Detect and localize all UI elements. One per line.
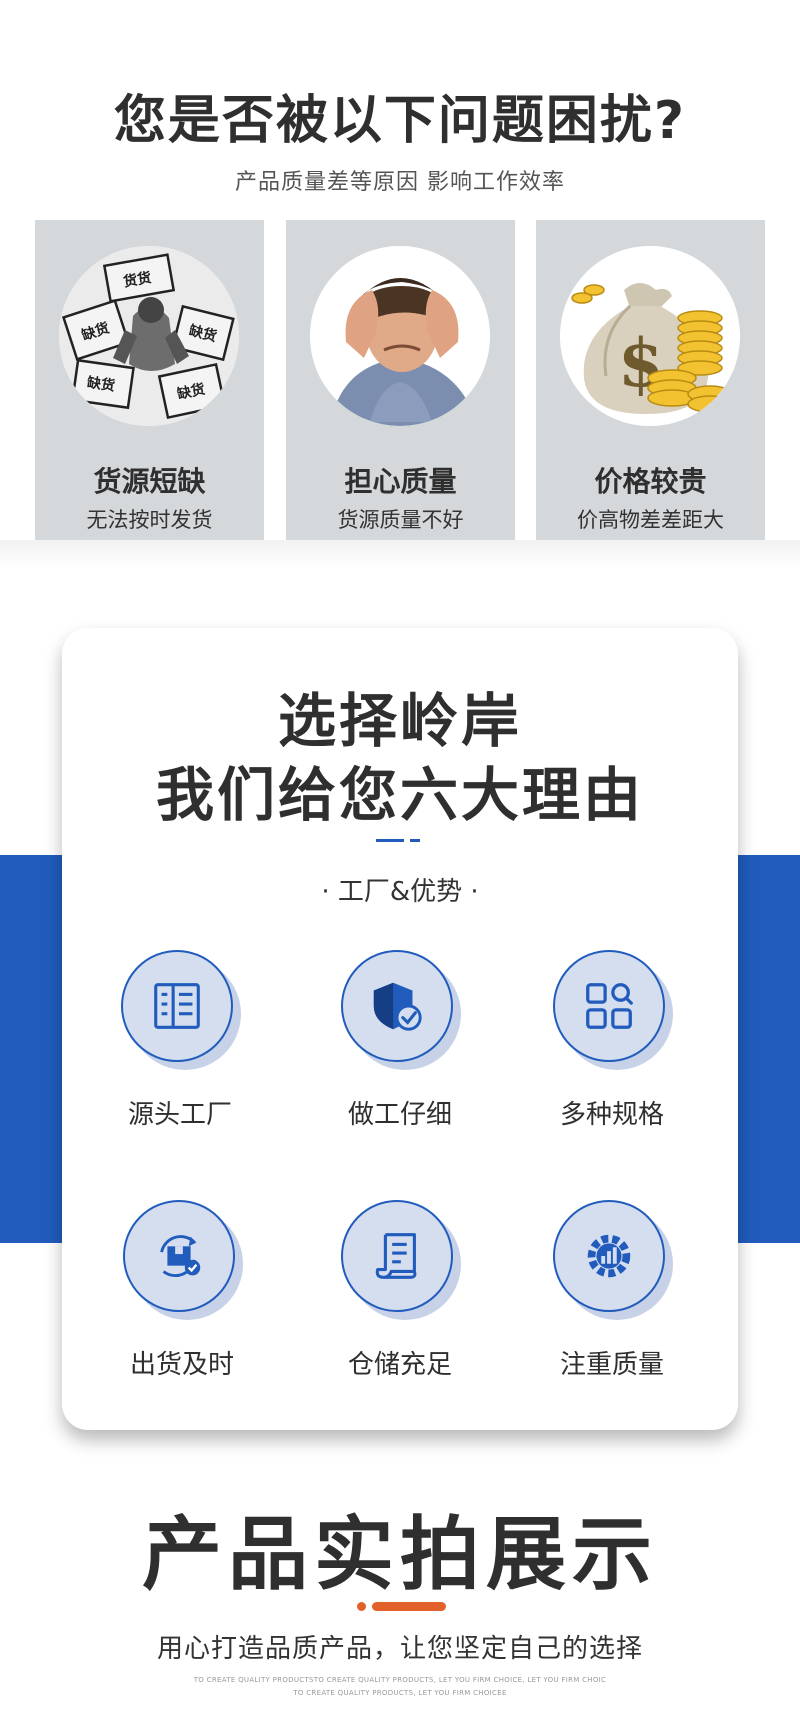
shipping-boxes-photo: 货货 缺货 缺货 缺货 缺货 bbox=[59, 246, 239, 426]
problems-subtitle: 产品质量差等原因 影响工作效率 bbox=[235, 170, 565, 195]
problem-title: 价格较贵 bbox=[594, 465, 707, 498]
problem-title: 担心质量 bbox=[344, 465, 457, 498]
problem-desc: 货源质量不好 bbox=[337, 508, 464, 532]
reason-item: 仓储充足 bbox=[315, 1200, 485, 1381]
money-bag-coins-photo: $ bbox=[560, 246, 740, 426]
reason-item: 源头工厂 bbox=[95, 950, 265, 1131]
reason-label: 多种规格 bbox=[559, 1100, 664, 1130]
title-dash bbox=[376, 839, 404, 842]
problem-card-price: $ 价格较贵 价高物差差距大 bbox=[536, 220, 765, 565]
reason-item: 注重质量 bbox=[527, 1200, 697, 1381]
reason-item: 多种规格 bbox=[527, 950, 697, 1131]
box-cycle-icon bbox=[123, 1200, 235, 1312]
problem-card-shortage: 货货 缺货 缺货 缺货 缺货 货源短缺 无法按时发货 bbox=[35, 220, 264, 565]
reason-label: 仓储充足 bbox=[347, 1350, 452, 1380]
reason-label: 出货及时 bbox=[129, 1350, 234, 1380]
showcase-english-line1: TO CREATE QUALITY PRODUCTSTO CREATE QUAL… bbox=[193, 1676, 607, 1684]
problem-title: 货源短缺 bbox=[93, 465, 206, 498]
title-dot bbox=[357, 1602, 366, 1611]
worried-man-photo bbox=[310, 246, 490, 426]
reason-item: 做工仔细 bbox=[315, 950, 485, 1131]
problem-desc: 价高物差差距大 bbox=[577, 508, 724, 532]
reason-item: 出货及时 bbox=[97, 1200, 267, 1381]
reason-label: 注重质量 bbox=[559, 1350, 664, 1380]
reasons-title-line2: 我们给您六大理由 bbox=[155, 761, 644, 829]
reasons-card: 选择岭岸 我们给您六大理由 · 工厂&优势 · 源头工厂 做工仔细 多种规格 出… bbox=[62, 628, 738, 1430]
problem-desc: 无法按时发货 bbox=[86, 508, 213, 532]
showcase-english-line2: TO CREATE QUALITY PRODUCTS, LET YOU FIRM… bbox=[293, 1689, 507, 1697]
title-bar bbox=[372, 1602, 446, 1611]
reasons-tag: · 工厂&优势 · bbox=[321, 877, 479, 907]
factory-document-icon bbox=[121, 950, 233, 1062]
section-divider bbox=[0, 540, 800, 570]
scroll-document-icon bbox=[341, 1200, 453, 1312]
title-dash bbox=[410, 839, 420, 842]
reasons-title-line1: 选择岭岸 bbox=[277, 687, 522, 755]
problems-title: 您是否被以下问题困扰? bbox=[113, 91, 687, 151]
showcase-subtitle: 用心打造品质产品，让您坚定自己的选择 bbox=[156, 1634, 643, 1664]
showcase-title: 产品实拍展示 bbox=[142, 1508, 658, 1601]
grid-search-icon bbox=[553, 950, 665, 1062]
reason-label: 源头工厂 bbox=[127, 1100, 232, 1130]
problem-card-quality: 担心质量 货源质量不好 bbox=[286, 220, 515, 565]
gear-chart-icon bbox=[553, 1200, 665, 1312]
reason-label: 做工仔细 bbox=[347, 1100, 452, 1130]
shield-check-icon bbox=[341, 950, 453, 1062]
